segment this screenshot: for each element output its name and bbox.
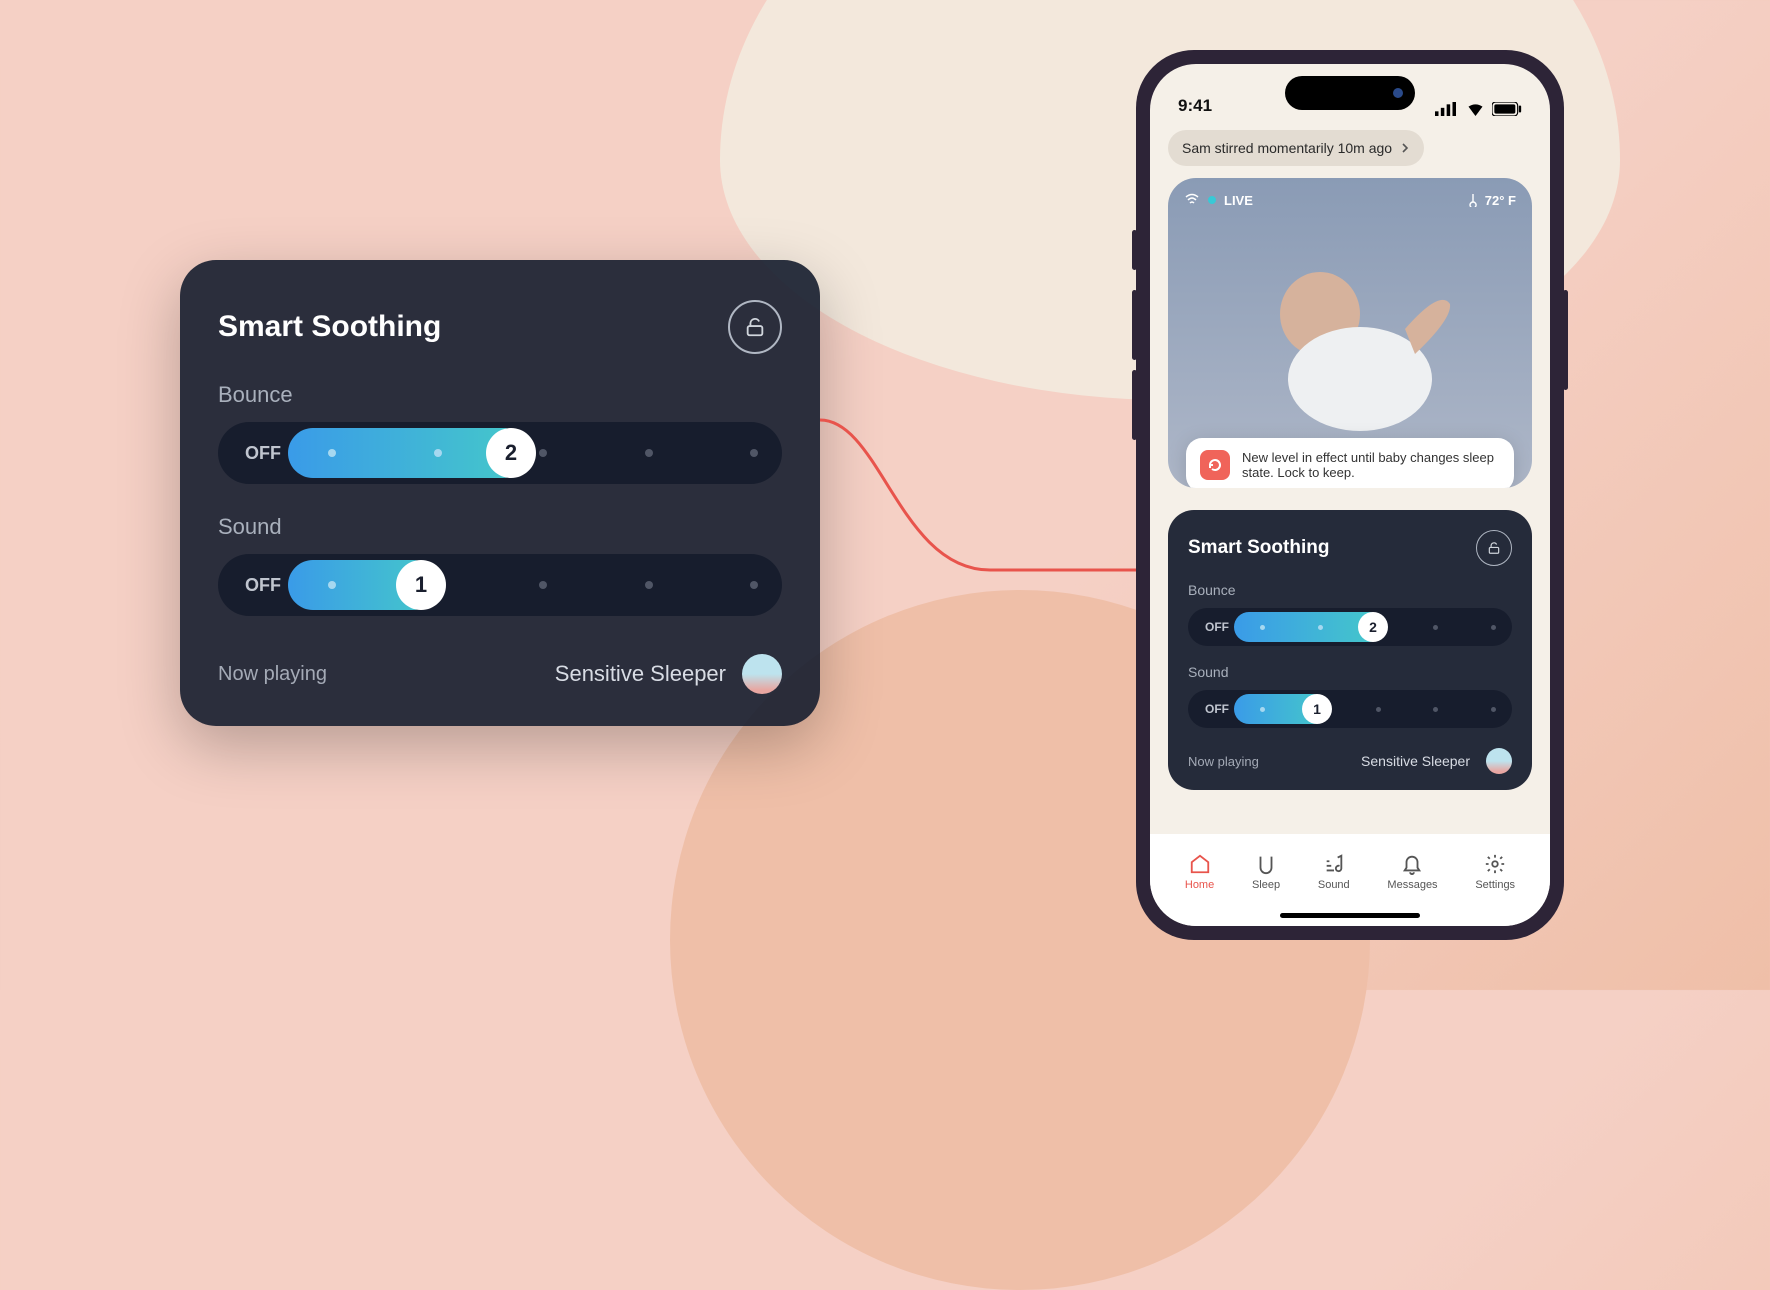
tab-messages[interactable]: Messages	[1387, 853, 1437, 891]
temperature-label: 72° F	[1485, 193, 1516, 208]
sound-knob[interactable]: 1	[396, 560, 446, 610]
now-playing-track[interactable]: Sensitive Sleeper	[555, 661, 726, 687]
bounce-off-step[interactable]: OFF	[1188, 620, 1246, 634]
bounce-slider[interactable]: OFF 2	[1188, 608, 1512, 646]
sleep-icon	[1255, 853, 1277, 875]
baby-image	[1240, 259, 1460, 439]
card-title: Smart Soothing	[1188, 537, 1329, 559]
stream-icon	[1184, 192, 1200, 208]
tab-sleep[interactable]: Sleep	[1252, 853, 1280, 891]
slider-steps	[1260, 690, 1496, 728]
sound-icon	[1323, 853, 1345, 875]
slider-steps	[328, 422, 758, 484]
tab-sleep-label: Sleep	[1252, 879, 1280, 891]
sound-slider[interactable]: OFF 1	[218, 554, 782, 616]
phone-screen: 9:41 Sam stirred momentarily 10m ago LIV…	[1150, 64, 1550, 926]
lock-button[interactable]	[728, 300, 782, 354]
battery-icon	[1492, 102, 1522, 116]
now-playing-track[interactable]: Sensitive Sleeper	[1361, 753, 1470, 769]
bounce-label: Bounce	[218, 382, 782, 408]
video-feed[interactable]: LIVE 72° F New level in effect until bab…	[1168, 178, 1532, 488]
status-time: 9:41	[1178, 96, 1212, 116]
activity-chip-text: Sam stirred momentarily 10m ago	[1182, 140, 1392, 156]
slider-steps	[328, 554, 758, 616]
toast-text: New level in effect until baby changes s…	[1242, 450, 1500, 480]
now-playing-label: Now playing	[1188, 754, 1259, 769]
live-dot-icon	[1208, 196, 1216, 204]
sound-label: Sound	[218, 514, 782, 540]
activity-chip[interactable]: Sam stirred momentarily 10m ago	[1168, 130, 1424, 166]
bounce-label: Bounce	[1188, 582, 1512, 598]
smart-soothing-card: Smart Soothing Bounce OFF 2 Sound OFF	[1168, 510, 1532, 790]
unlock-icon	[744, 316, 766, 338]
bounce-off-step[interactable]: OFF	[218, 443, 308, 464]
now-playing-row: Now playing Sensitive Sleeper	[1188, 746, 1512, 774]
sound-label: Sound	[1188, 664, 1512, 680]
unlock-icon	[1487, 541, 1501, 555]
now-playing-row: Now playing Sensitive Sleeper	[218, 646, 782, 694]
home-icon	[1189, 853, 1211, 875]
track-art-icon	[742, 654, 782, 694]
phone-frame: 9:41 Sam stirred momentarily 10m ago LIV…	[1136, 50, 1564, 940]
live-label: LIVE	[1224, 193, 1253, 208]
tab-messages-label: Messages	[1387, 879, 1437, 891]
bounce-slider[interactable]: OFF 2	[218, 422, 782, 484]
dynamic-island	[1285, 76, 1415, 110]
level-toast[interactable]: New level in effect until baby changes s…	[1186, 438, 1514, 488]
tab-sound[interactable]: Sound	[1318, 853, 1350, 891]
tab-home-label: Home	[1185, 879, 1214, 891]
tab-home[interactable]: Home	[1185, 853, 1214, 891]
tab-settings-label: Settings	[1475, 879, 1515, 891]
connector-line	[820, 410, 1170, 590]
gear-icon	[1484, 853, 1506, 875]
bell-icon	[1401, 853, 1423, 875]
refresh-icon	[1200, 450, 1230, 480]
bounce-knob[interactable]: 2	[486, 428, 536, 478]
now-playing-label: Now playing	[218, 663, 327, 686]
sound-off-step[interactable]: OFF	[218, 575, 308, 596]
card-title: Smart Soothing	[218, 310, 441, 344]
tab-sound-label: Sound	[1318, 879, 1350, 891]
lock-button[interactable]	[1476, 530, 1512, 566]
track-art-icon	[1486, 748, 1512, 774]
chevron-right-icon	[1400, 143, 1410, 153]
wifi-icon	[1465, 102, 1486, 116]
tab-settings[interactable]: Settings	[1475, 853, 1515, 891]
sound-slider[interactable]: OFF 1	[1188, 690, 1512, 728]
smart-soothing-card: Smart Soothing Bounce OFF 2 Sound OFF 1 …	[180, 260, 820, 726]
sound-knob[interactable]: 1	[1302, 694, 1332, 724]
bounce-knob[interactable]: 2	[1358, 612, 1388, 642]
signal-icon	[1435, 102, 1458, 116]
thermometer-icon	[1467, 193, 1479, 207]
sound-off-step[interactable]: OFF	[1188, 702, 1246, 716]
home-indicator	[1280, 913, 1420, 918]
